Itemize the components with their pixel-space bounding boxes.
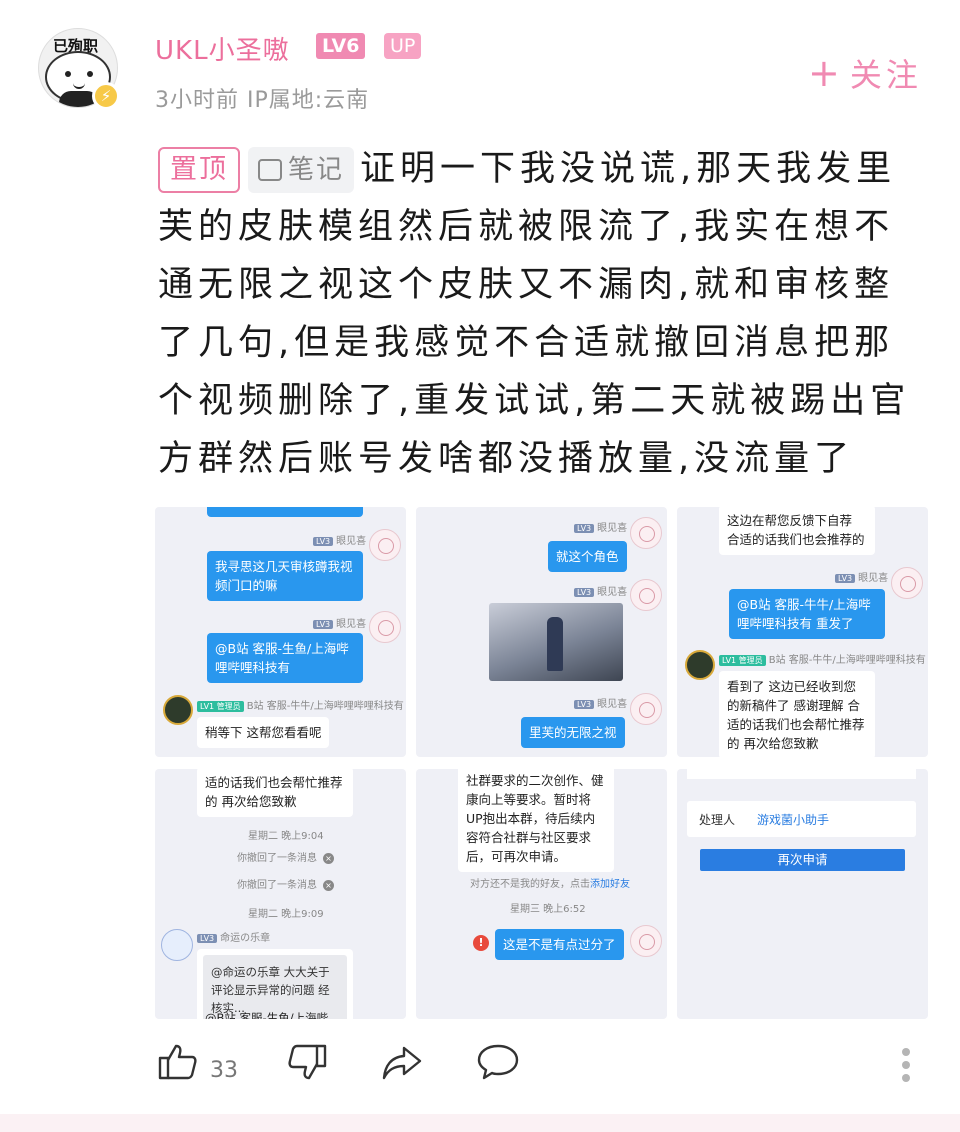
handler-value[interactable]: 游戏菌小助手 <box>757 811 829 828</box>
chat-bubble: 社群要求的二次创作、健康向上等要求。暂时将UP抱出本群，待后续内容符合社群与社区… <box>458 769 614 872</box>
action-bar: 33 <box>0 1040 960 1100</box>
follow-button[interactable]: + 关注 <box>808 50 922 96</box>
moderator-avatar-icon <box>685 650 715 680</box>
comment-button[interactable] <box>476 1040 520 1096</box>
image-grid: LV3 眼见喜 我寻思这几天审核蹲我视频门口的嘛 LV3 眼见喜 @B站 客服-生鱼… <box>155 507 928 1019</box>
up-badge: UP <box>384 33 422 59</box>
chat-bubble: 这是不是有点过分了 <box>495 929 624 960</box>
post-header: 已殉职 ⚡ UKL小圣嗷 LV6 UP 3小时前 IP属地:云南 + 关注 <box>0 0 960 120</box>
note-tag[interactable]: 笔记 <box>248 147 355 193</box>
verified-bolt-icon: ⚡ <box>92 82 120 110</box>
bottom-strip <box>0 1114 960 1132</box>
reapply-button[interactable]: 再次申请 <box>700 849 905 871</box>
moderator-avatar-icon <box>163 695 193 725</box>
user-avatar-icon <box>161 929 193 961</box>
screenshot-2[interactable]: LV3 眼见喜 就这个角色 LV3 眼见喜 LV3 眼见喜 里芙的无限之视 <box>416 507 667 757</box>
chat-nickname: LV3 眼见喜 <box>313 615 366 630</box>
recall-notice: 你撤回了一条消息 × <box>237 849 334 864</box>
anime-avatar-icon <box>630 693 662 725</box>
screenshot-4[interactable]: 适的话我们也会帮忙推荐的 再次给您致歉 星期二 晚上9:04 你撤回了一条消息 ×… <box>155 769 406 1019</box>
plus-icon: + <box>808 51 844 95</box>
screenshot-5[interactable]: 社群要求的二次创作、健康向上等要求。暂时将UP抱出本群，待后续内容符合社群与社区… <box>416 769 667 1019</box>
chat-bubble: 这边在帮您反馈下自荐 合适的话我们也会推荐的 <box>719 507 875 555</box>
chat-bubble: @B站 客服-生鱼/上海哔哩哔哩科技有 <box>207 633 363 683</box>
more-icon[interactable] <box>898 1048 914 1088</box>
chat-bubble: 适的话我们也会帮忙推荐的 再次给您致歉 <box>197 769 353 817</box>
note-tag-label: 笔记 <box>288 155 345 185</box>
close-icon: × <box>323 853 334 864</box>
thumbs-up-icon <box>158 1044 197 1080</box>
post-text: 证明一下我没说谎,那天我发里芙的皮肤模组然后就被限流了,我实在想不通无限之视这个… <box>158 149 911 479</box>
cut-text: @B站 客服-生鱼/上海哔 <box>205 1011 329 1019</box>
screenshot-3[interactable]: 这边在帮您反馈下自荐 合适的话我们也会推荐的 LV3 眼见喜 @B站 客服-牛牛/… <box>677 507 928 757</box>
recall-notice: 你撤回了一条消息 × <box>237 876 334 891</box>
like-button[interactable] <box>156 1040 200 1096</box>
level-badge: LV6 <box>316 33 366 59</box>
screenshot-1[interactable]: LV3 眼见喜 我寻思这几天审核蹲我视频门口的嘛 LV3 眼见喜 @B站 客服-生鱼… <box>155 507 406 757</box>
handler-row: 处理人 游戏菌小助手 <box>687 801 916 837</box>
chat-timestamp: 星期三 晚上6:52 <box>510 904 586 915</box>
thumbs-down-icon <box>288 1044 327 1080</box>
anime-avatar-icon <box>369 611 401 643</box>
chat-nickname: LV3 眼见喜 <box>313 532 366 547</box>
username[interactable]: UKL小圣嗷 <box>155 30 290 67</box>
dislike-button[interactable] <box>285 1040 329 1096</box>
chat-bubble: 就这个角色 <box>548 541 627 572</box>
chat-nickname: LV1 管理员 B站 客服-牛牛/上海哔哩哔哩科技有 <box>719 651 926 666</box>
share-icon <box>382 1046 422 1080</box>
screenshot-6[interactable]: 处理人 游戏菌小助手 再次申请 <box>677 769 928 1019</box>
chat-bubble: 看到了 这边已经收到您的新稿件了 感谢理解 合适的话我们也会帮忙推荐的 再次给您… <box>719 671 875 757</box>
add-friend-link[interactable]: 添加好友 <box>590 879 630 890</box>
chat-card: @命运の乐章 大大关于评论显示异常的问题 经核实... @B站 客服-生鱼/上海… <box>197 949 353 1019</box>
anime-avatar-icon <box>630 925 662 957</box>
pinned-tag: 置顶 <box>158 147 240 193</box>
share-button[interactable] <box>380 1040 424 1096</box>
card-edge <box>687 769 916 779</box>
chat-bubble: 我寻思这几天审核蹲我视频门口的嘛 <box>207 551 363 601</box>
anime-avatar-icon <box>630 517 662 549</box>
chat-timestamp: 星期二 晚上9:09 <box>248 909 324 920</box>
friend-notice: 对方还不是我的好友，点击添加好友 <box>470 879 630 890</box>
chat-nickname: LV1 管理员 B站 客服-牛牛/上海哔哩哔哩科技有 <box>197 697 404 712</box>
chat-bubble: 里芙的无限之视 <box>521 717 625 748</box>
anime-avatar-icon <box>630 579 662 611</box>
note-icon <box>258 159 282 181</box>
post-body: 置顶 笔记 证明一下我没说谎,那天我发里芙的皮肤模组然后就被限流了,我实在想不通无限… <box>158 140 928 488</box>
post-meta: 3小时前 IP属地:云南 <box>155 88 370 113</box>
chat-bubble: @B站 客服-牛牛/上海哔哩哔哩科技有 重发了 <box>729 589 885 639</box>
anime-avatar-icon <box>369 529 401 561</box>
chat-bubble-cut <box>207 507 363 517</box>
chat-nickname: LV3 眼见喜 <box>574 519 627 534</box>
warning-icon: ! <box>473 935 489 951</box>
comment-icon <box>477 1044 519 1080</box>
handler-label: 处理人 <box>699 813 736 827</box>
chat-nickname: LV3 眼见喜 <box>835 569 888 584</box>
close-icon: × <box>323 880 334 891</box>
video-thumbnail[interactable] <box>489 603 623 681</box>
chat-nickname: LV3 眼见喜 <box>574 695 627 710</box>
anime-avatar-icon <box>891 567 923 599</box>
chat-bubble: 稍等下 这帮您看看呢 <box>197 717 330 748</box>
chat-nickname: LV3 眼见喜 <box>574 583 627 598</box>
chat-nickname: LV3 命运の乐章 <box>197 929 270 944</box>
like-count: 33 <box>210 1058 238 1083</box>
chat-timestamp: 星期二 晚上9:04 <box>248 831 324 842</box>
follow-label: 关注 <box>849 56 922 94</box>
